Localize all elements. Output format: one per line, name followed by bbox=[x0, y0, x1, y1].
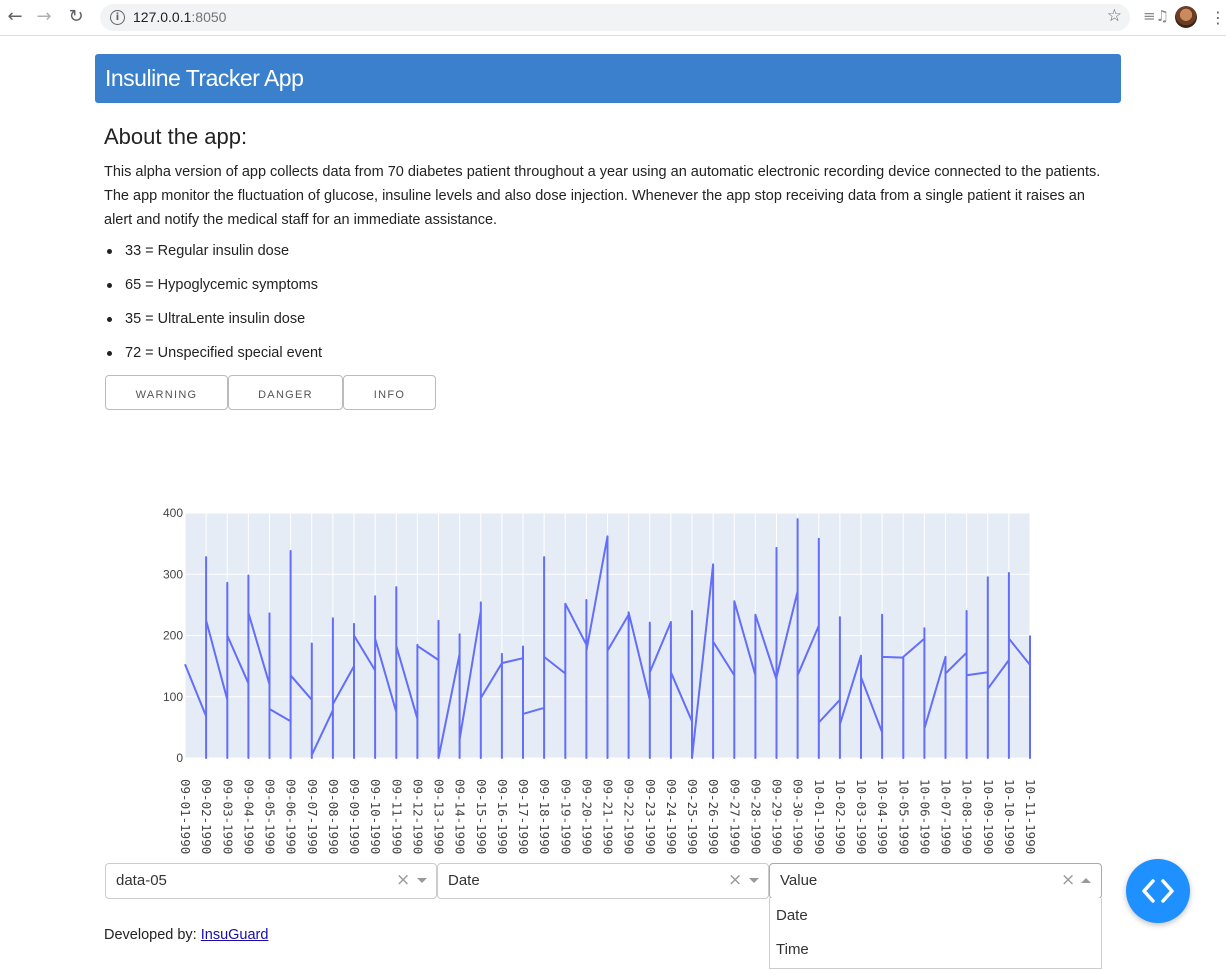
x-tick-label: 09-08-1990 bbox=[326, 779, 341, 854]
forward-arrow-icon[interactable]: → bbox=[32, 6, 56, 30]
x-tick-label: 10-10-1990 bbox=[1002, 779, 1017, 854]
code-brackets-icon bbox=[1142, 879, 1174, 903]
x-tick-label: 09-26-1990 bbox=[706, 779, 721, 854]
warning-button[interactable]: WARNING bbox=[105, 375, 228, 410]
x-tick-label: 09-09-1990 bbox=[347, 779, 362, 854]
x-tick-label: 09-01-1990 bbox=[178, 779, 193, 854]
x-axis-dropdown-value: Date bbox=[448, 872, 480, 889]
footer: Developed by: InsuGuard bbox=[104, 927, 268, 943]
x-tick-label: 09-24-1990 bbox=[664, 779, 679, 854]
x-tick-label: 09-27-1990 bbox=[727, 779, 742, 854]
x-tick-label: 09-15-1990 bbox=[474, 779, 489, 854]
x-tick-label: 09-05-1990 bbox=[263, 779, 278, 854]
x-tick-label: 09-03-1990 bbox=[220, 779, 235, 854]
list-item: 35 = UltraLente insulin dose bbox=[104, 308, 322, 342]
x-tick-label: 09-22-1990 bbox=[622, 779, 637, 854]
back-arrow-icon[interactable]: ← bbox=[3, 6, 27, 30]
browser-toolbar: ← → ↻ i 127.0.0.1:8050 ☆ ≡♫ ⋮ bbox=[0, 0, 1226, 36]
x-tick-label: 09-07-1990 bbox=[305, 779, 320, 854]
glucose-line-chart[interactable]: 09-01-1990 09-02-1990 09-03-1990 09-04-1990… bbox=[150, 505, 1050, 860]
x-tick-label: 09-02-1990 bbox=[199, 779, 214, 854]
footer-link[interactable]: InsuGuard bbox=[201, 927, 269, 943]
x-tick-label: 09-14-1990 bbox=[453, 779, 468, 854]
chevron-down-icon[interactable] bbox=[417, 878, 427, 883]
dropdown-option[interactable]: Date bbox=[776, 907, 808, 924]
footer-label: Developed by: bbox=[104, 927, 201, 943]
info-icon[interactable]: i bbox=[110, 10, 125, 25]
x-tick-label: 10-08-1990 bbox=[960, 779, 975, 854]
x-tick-label: 09-20-1990 bbox=[579, 779, 594, 854]
x-tick-label: 10-01-1990 bbox=[812, 779, 827, 854]
x-tick-label: 09-10-1990 bbox=[368, 779, 383, 854]
x-tick-label: 09-13-1990 bbox=[432, 779, 447, 854]
y-tick-label: 200 bbox=[163, 629, 183, 643]
x-tick-label: 09-25-1990 bbox=[685, 779, 700, 854]
x-tick-label: 09-21-1990 bbox=[601, 779, 616, 854]
x-tick-label: 09-06-1990 bbox=[284, 779, 299, 854]
x-tick-label: 09-28-1990 bbox=[748, 779, 763, 854]
url-text: 127.0.0.1:8050 bbox=[133, 9, 226, 25]
danger-button[interactable]: DANGER bbox=[228, 375, 343, 410]
x-tick-label: 09-29-1990 bbox=[770, 779, 785, 854]
y-axis-dropdown-menu: Date Time bbox=[769, 898, 1102, 969]
chevron-down-icon[interactable] bbox=[749, 878, 759, 883]
x-tick-label: 09-30-1990 bbox=[791, 779, 806, 854]
bookmark-star-icon[interactable]: ☆ bbox=[1107, 6, 1122, 26]
url-port: :8050 bbox=[191, 9, 227, 25]
list-item: 33 = Regular insulin dose bbox=[104, 240, 322, 274]
clear-icon[interactable]: × bbox=[728, 870, 742, 890]
dataset-dropdown-value: data-05 bbox=[116, 872, 167, 889]
dropdown-option[interactable]: Time bbox=[776, 941, 809, 958]
x-tick-label: 09-23-1990 bbox=[643, 779, 658, 854]
y-tick-label: 300 bbox=[163, 567, 183, 581]
x-tick-label: 10-04-1990 bbox=[875, 779, 890, 854]
x-axis-dropdown[interactable]: Date × bbox=[437, 863, 769, 899]
about-heading: About the app: bbox=[104, 124, 248, 149]
x-tick-label: 10-02-1990 bbox=[833, 779, 848, 854]
x-tick-label: 10-09-1990 bbox=[981, 779, 996, 854]
x-tick-label: 09-18-1990 bbox=[537, 779, 552, 854]
media-control-icon[interactable]: ≡♫ bbox=[1143, 7, 1169, 25]
x-tick-label: 10-11-1990 bbox=[1023, 779, 1038, 854]
list-item: 72 = Unspecified special event bbox=[104, 342, 322, 376]
x-tick-label: 09-12-1990 bbox=[410, 779, 425, 854]
code-toggle-button[interactable] bbox=[1126, 859, 1190, 923]
profile-avatar[interactable] bbox=[1175, 6, 1197, 28]
x-tick-label: 09-04-1990 bbox=[241, 779, 256, 854]
url-host: 127.0.0.1 bbox=[133, 9, 192, 25]
x-tick-label: 10-06-1990 bbox=[917, 779, 932, 854]
x-tick-label: 09-19-1990 bbox=[558, 779, 573, 854]
y-tick-label: 0 bbox=[176, 751, 183, 765]
list-item: 65 = Hypoglycemic symptoms bbox=[104, 274, 322, 308]
x-tick-label: 09-16-1990 bbox=[495, 779, 510, 854]
x-tick-label: 09-17-1990 bbox=[516, 779, 531, 854]
info-button[interactable]: INFO bbox=[343, 375, 436, 410]
chevron-up-icon[interactable] bbox=[1081, 878, 1091, 883]
x-tick-label: 10-07-1990 bbox=[939, 779, 954, 854]
reload-icon[interactable]: ↻ bbox=[64, 6, 88, 30]
clear-icon[interactable]: × bbox=[396, 870, 410, 890]
x-tick-label: 10-03-1990 bbox=[854, 779, 869, 854]
y-tick-label: 400 bbox=[163, 506, 183, 520]
clear-icon[interactable]: × bbox=[1061, 870, 1075, 890]
dataset-dropdown[interactable]: data-05 × bbox=[105, 863, 437, 899]
y-tick-label: 100 bbox=[163, 690, 183, 704]
y-axis-dropdown[interactable]: Value × bbox=[769, 863, 1102, 899]
address-bar[interactable]: i 127.0.0.1:8050 ☆ bbox=[100, 4, 1130, 31]
y-axis-dropdown-value[interactable]: Value bbox=[780, 872, 817, 889]
app-header: Insuline Tracker App bbox=[95, 54, 1121, 103]
x-tick-label: 10-05-1990 bbox=[896, 779, 911, 854]
code-list: 33 = Regular insulin dose 65 = Hypoglyce… bbox=[104, 240, 322, 376]
app-title: Insuline Tracker App bbox=[105, 65, 304, 91]
x-tick-label: 09-11-1990 bbox=[389, 779, 404, 854]
about-description: This alpha version of app collects data … bbox=[104, 164, 1101, 228]
menu-kebab-icon[interactable]: ⋮ bbox=[1210, 8, 1226, 27]
